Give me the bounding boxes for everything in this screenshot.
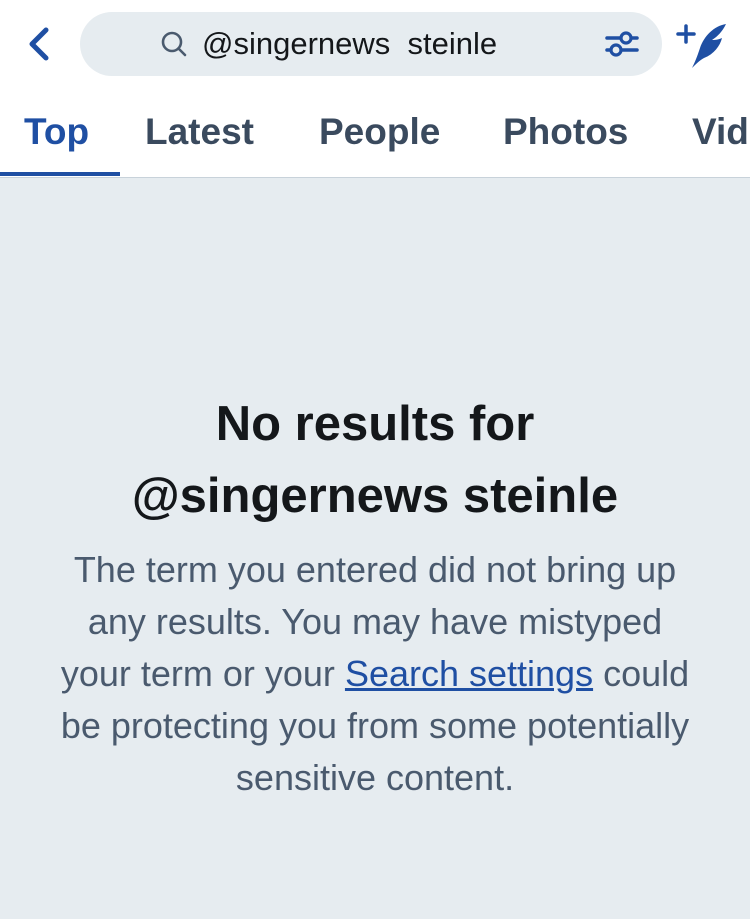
compose-tweet-icon (676, 24, 726, 68)
compose-tweet-button[interactable] (674, 20, 734, 72)
tab-photos[interactable]: Photos (503, 90, 628, 176)
chevron-left-icon (29, 27, 49, 61)
search-input[interactable]: @singernews steinle (80, 12, 662, 76)
tab-videos[interactable]: Videos (692, 90, 750, 176)
tab-latest[interactable]: Latest (145, 90, 254, 176)
search-icon (161, 31, 187, 57)
empty-state-message: The term you entered did not bring up an… (55, 544, 695, 804)
search-tabs: Top Latest People Photos Videos (0, 90, 750, 178)
search-settings-link[interactable]: Search settings (345, 653, 593, 694)
active-tab-indicator (0, 172, 120, 176)
filter-sliders-icon (605, 31, 639, 57)
search-query-text: @singernews steinle (202, 26, 498, 61)
tab-top[interactable]: Top (24, 90, 89, 176)
top-bar: @singernews steinle (0, 0, 750, 90)
empty-state-title: No results for @singernews steinle (131, 397, 619, 523)
back-button[interactable] (18, 22, 62, 66)
search-filter-button[interactable] (600, 24, 644, 64)
tab-people[interactable]: People (319, 90, 440, 176)
empty-state: No results for @singernews steinle The t… (0, 388, 750, 804)
